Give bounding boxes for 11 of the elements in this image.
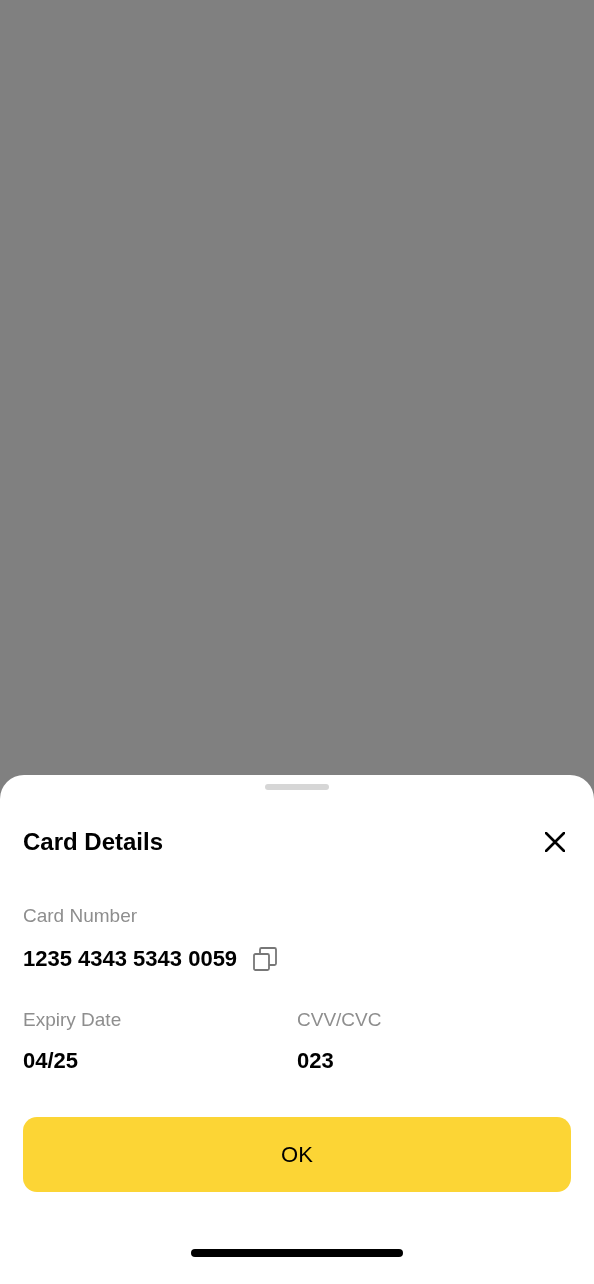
drag-handle[interactable]	[265, 784, 329, 790]
field-label: Card Number	[23, 904, 139, 928]
field-value: 023	[297, 1048, 335, 1074]
sheet-title: Card Details	[23, 828, 164, 856]
close-icon[interactable]	[545, 832, 565, 852]
ok-button[interactable]: OK	[23, 1117, 571, 1192]
field-label: CVV/CVC	[297, 1008, 383, 1032]
field-value: 04/25	[23, 1048, 80, 1074]
field-label: Expiry Date	[23, 1008, 123, 1032]
card-number: 1235 4343 5343 0059	[23, 946, 238, 972]
copy-icon[interactable]	[253, 947, 278, 971]
